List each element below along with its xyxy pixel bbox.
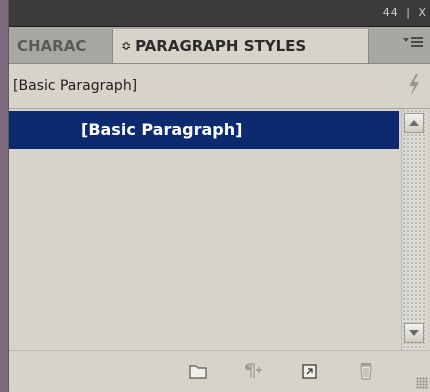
separator: | xyxy=(406,6,411,19)
clear-overrides-icon[interactable] xyxy=(241,361,263,381)
updown-arrows-icon: ≎ xyxy=(121,39,132,53)
styles-list: [Basic Paragraph] xyxy=(9,109,399,350)
current-style-label: [Basic Paragraph] xyxy=(13,78,138,94)
arrow-down-icon xyxy=(409,330,419,336)
panel-menu-icon[interactable] xyxy=(403,35,425,55)
paragraph-styles-panel: 44 | X CHARAC ≎ PARAGRAPH STYLES [Basic P… xyxy=(8,0,430,392)
close-icon[interactable]: X xyxy=(418,6,427,19)
list-item[interactable]: [Basic Paragraph] xyxy=(9,111,399,149)
delete-style-icon[interactable] xyxy=(355,361,377,381)
panel-footer xyxy=(9,350,430,392)
vertical-scrollbar[interactable] xyxy=(401,109,426,350)
hamburger-icon xyxy=(403,37,423,47)
current-style-row: [Basic Paragraph] xyxy=(9,64,430,109)
tab-strip: CHARAC ≎ PARAGRAPH STYLES xyxy=(9,27,430,64)
style-name: [Basic Paragraph] xyxy=(81,120,243,139)
scroll-up-button[interactable] xyxy=(404,113,424,133)
collapse-icon[interactable]: 44 xyxy=(383,6,399,19)
tab-paragraph-styles-label: PARAGRAPH STYLES xyxy=(135,37,307,55)
tab-character[interactable]: CHARAC xyxy=(17,29,112,63)
new-style-icon[interactable] xyxy=(299,361,321,381)
scroll-down-button[interactable] xyxy=(404,323,424,343)
arrow-up-icon xyxy=(409,120,419,126)
resize-grip-icon[interactable] xyxy=(416,377,428,389)
style-group-folder-icon[interactable] xyxy=(187,361,209,381)
window-controls: 44 | X xyxy=(380,6,427,19)
tab-paragraph-styles[interactable]: ≎ PARAGRAPH STYLES xyxy=(112,29,369,63)
lightning-bolt-icon[interactable] xyxy=(407,74,421,101)
panel-titlebar: 44 | X xyxy=(9,0,430,27)
